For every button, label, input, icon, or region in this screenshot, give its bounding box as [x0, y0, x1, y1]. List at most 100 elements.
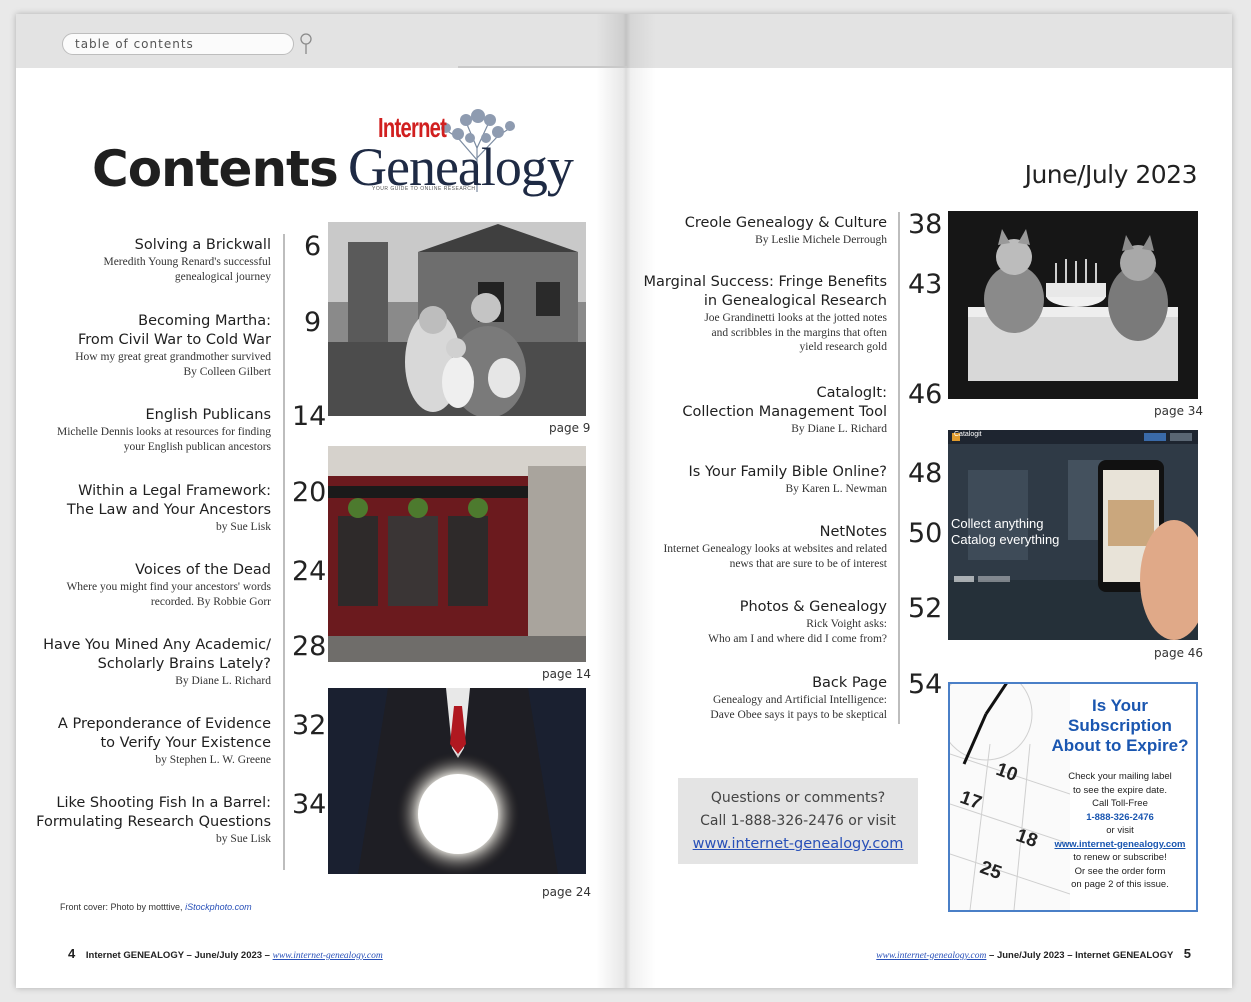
- contact-box: Questions or comments? Call 1-888-326-24…: [678, 778, 918, 864]
- screenshot-headline: Collect anything Catalog everything: [951, 516, 1059, 548]
- page-number: 20: [292, 477, 327, 508]
- toc-title: A Preponderance of Evidence: [57, 716, 271, 732]
- ad-line: on page 2 of this issue.: [1071, 879, 1169, 890]
- toc-subtitle: By Karen L. Newman: [785, 483, 887, 495]
- ad-line: Call Toll-Free: [1092, 798, 1148, 809]
- toc-title: Becoming Martha:: [138, 313, 271, 329]
- toc-title: From Civil War to Cold War: [77, 332, 271, 348]
- page-number: 6: [304, 231, 322, 262]
- toc-subtitle: Genealogy and Artificial Intelligence:: [712, 694, 887, 706]
- toc-title: Within a Legal Framework:: [78, 483, 271, 499]
- website-link[interactable]: www.internet-genealogy.com: [678, 833, 918, 856]
- toc-subtitle: by Stephen L. W. Greene: [155, 754, 271, 766]
- toc-subtitle: By Leslie Michele Derrough: [755, 234, 887, 246]
- toc-entry-43[interactable]: Marginal Success: Fringe Benefits in Gen…: [644, 273, 887, 355]
- toc-subtitle: Michelle Dennis looks at resources for f…: [57, 426, 271, 438]
- toc-entry-46[interactable]: CatalogIt: Collection Management Tool By…: [682, 384, 887, 437]
- toc-title: CatalogIt:: [816, 385, 887, 401]
- cover-credit: Front cover: Photo by motttive, iStockph…: [60, 902, 252, 912]
- toc-subtitle: Joe Grandinetti looks at the jotted note…: [704, 312, 887, 324]
- photo-caption: page 9: [549, 421, 591, 435]
- page-number: 24: [292, 556, 327, 587]
- ad-line: or visit: [1106, 825, 1134, 836]
- ad-line: to renew or subscribe!: [1073, 852, 1167, 863]
- toc-entry-52[interactable]: Photos & Genealogy Rick Voight asks: Who…: [708, 598, 887, 646]
- toc-entry-50[interactable]: NetNotes Internet Genealogy looks at web…: [663, 523, 887, 571]
- footer-left: 4 Internet GENEALOGY – June/July 2023 – …: [60, 946, 383, 961]
- ad-phone: 1-888-326-2476: [1086, 811, 1154, 823]
- toc-subtitle: yield research gold: [799, 341, 888, 353]
- toc-subtitle: How my great great grandmother survived: [75, 351, 271, 363]
- toc-entry-28[interactable]: Have You Mined Any Academic/ Scholarly B…: [43, 636, 271, 689]
- toc-title: Marginal Success: Fringe Benefits: [643, 274, 887, 290]
- toc-subtitle: By Colleen Gilbert: [183, 365, 271, 378]
- page-number: 28: [292, 631, 327, 662]
- toc-title: Formulating Research Questions: [36, 814, 271, 830]
- toc-divider: [283, 234, 285, 870]
- toc-subtitle: by Sue Lisk: [216, 521, 271, 533]
- toc-entry-6[interactable]: Solving a Brickwall Meredith Young Renar…: [103, 236, 271, 284]
- search-input[interactable]: table of contents: [62, 33, 294, 55]
- toc-subtitle: By Diane L. Richard: [791, 423, 887, 435]
- kittens-photo: [948, 211, 1198, 399]
- screenshot-line: Collect anything: [951, 516, 1044, 531]
- ad-url[interactable]: www.internet-genealogy.com: [1046, 838, 1194, 852]
- toc-subtitle: Internet Genealogy looks at websites and…: [663, 543, 887, 555]
- toc-title: Collection Management Tool: [682, 404, 887, 420]
- toc-entry-32[interactable]: A Preponderance of Evidence to Verify Yo…: [58, 715, 271, 768]
- screenshot-line: Catalog everything: [951, 532, 1060, 547]
- footer-text: – June/July 2023 – Internet GENEALOGY: [989, 950, 1174, 961]
- toc-entry-34[interactable]: Like Shooting Fish In a Barrel: Formulat…: [36, 794, 271, 847]
- page-title: Contents: [92, 140, 339, 198]
- toc-title: English Publicans: [145, 407, 271, 423]
- toc-subtitle: your English publican ancestors: [123, 440, 271, 453]
- contact-line: Call 1-888-326-2476 or visit: [700, 813, 896, 829]
- toc-subtitle: and scribbles in the margins that often: [711, 326, 887, 339]
- photo-caption: page 24: [542, 885, 592, 899]
- toc-entry-38[interactable]: Creole Genealogy & Culture By Leslie Mic…: [685, 214, 887, 248]
- ad-title-line: Subscription: [1068, 716, 1172, 735]
- toc-entry-54[interactable]: Back Page Genealogy and Artificial Intel…: [710, 674, 887, 722]
- page-number: 52: [908, 593, 943, 624]
- toc-subtitle: Where you might find your ancestors' wor…: [66, 581, 271, 593]
- toc-entry-14[interactable]: English Publicans Michelle Dennis looks …: [57, 406, 271, 454]
- page-number: 46: [908, 379, 943, 410]
- toc-subtitle: Meredith Young Renard's successful: [103, 256, 271, 268]
- toc-entry-9[interactable]: Becoming Martha: From Civil War to Cold …: [75, 312, 271, 379]
- toc-title: to Verify Your Existence: [100, 735, 272, 751]
- toc-entry-48[interactable]: Is Your Family Bible Online? By Karen L.…: [689, 463, 887, 497]
- footer-link[interactable]: www.internet-genealogy.com: [273, 951, 383, 961]
- ad-line: Check your mailing label: [1068, 771, 1172, 782]
- page-gutter: [596, 14, 656, 988]
- footer-text: Internet GENEALOGY – June/July 2023 –: [85, 950, 270, 961]
- toc-title: Photos & Genealogy: [739, 599, 887, 615]
- contact-line: Questions or comments?: [710, 790, 886, 806]
- toc-title: Solving a Brickwall: [134, 237, 271, 253]
- search-icon[interactable]: [298, 32, 314, 56]
- toc-title: Scholarly Brains Lately?: [97, 656, 271, 672]
- toc-subtitle: news that are sure to be of interest: [729, 557, 887, 570]
- ad-title-line: About to Expire?: [1051, 736, 1189, 755]
- catalogit-screenshot: Catalogit Collect anything Catalog every…: [948, 430, 1198, 640]
- toc-title: NetNotes: [819, 524, 887, 540]
- ad-title-line: Is Your: [1091, 696, 1149, 715]
- ad-body: Check your mailing label to see the expi…: [1046, 770, 1194, 892]
- subscription-ad[interactable]: 10 17 18 25 Is Your Subscription About t…: [948, 682, 1198, 912]
- toc-entry-20[interactable]: Within a Legal Framework: The Law and Yo…: [67, 482, 271, 535]
- page-number: 32: [292, 710, 327, 741]
- toc-subtitle: Who am I and where did I come from?: [708, 632, 887, 645]
- footer-link[interactable]: www.internet-genealogy.com: [876, 951, 986, 961]
- toc-title: Have You Mined Any Academic/: [43, 637, 271, 653]
- credit-source: iStockphoto.com: [185, 902, 252, 912]
- toolbar-divider: [458, 66, 628, 68]
- page-number: 50: [908, 518, 943, 549]
- page-number: 54: [908, 669, 943, 700]
- toc-subtitle: Rick Voight asks:: [806, 618, 887, 630]
- issue-date: June/July 2023: [1024, 160, 1198, 189]
- toc-subtitle: genealogical journey: [174, 270, 271, 283]
- folio-number: 5: [1183, 946, 1191, 961]
- family-photo: [328, 222, 586, 416]
- toc-entry-24[interactable]: Voices of the Dead Where you might find …: [66, 561, 271, 609]
- credit-text: Front cover: Photo by motttive,: [60, 902, 183, 912]
- crystal-ball-photo: [328, 688, 586, 874]
